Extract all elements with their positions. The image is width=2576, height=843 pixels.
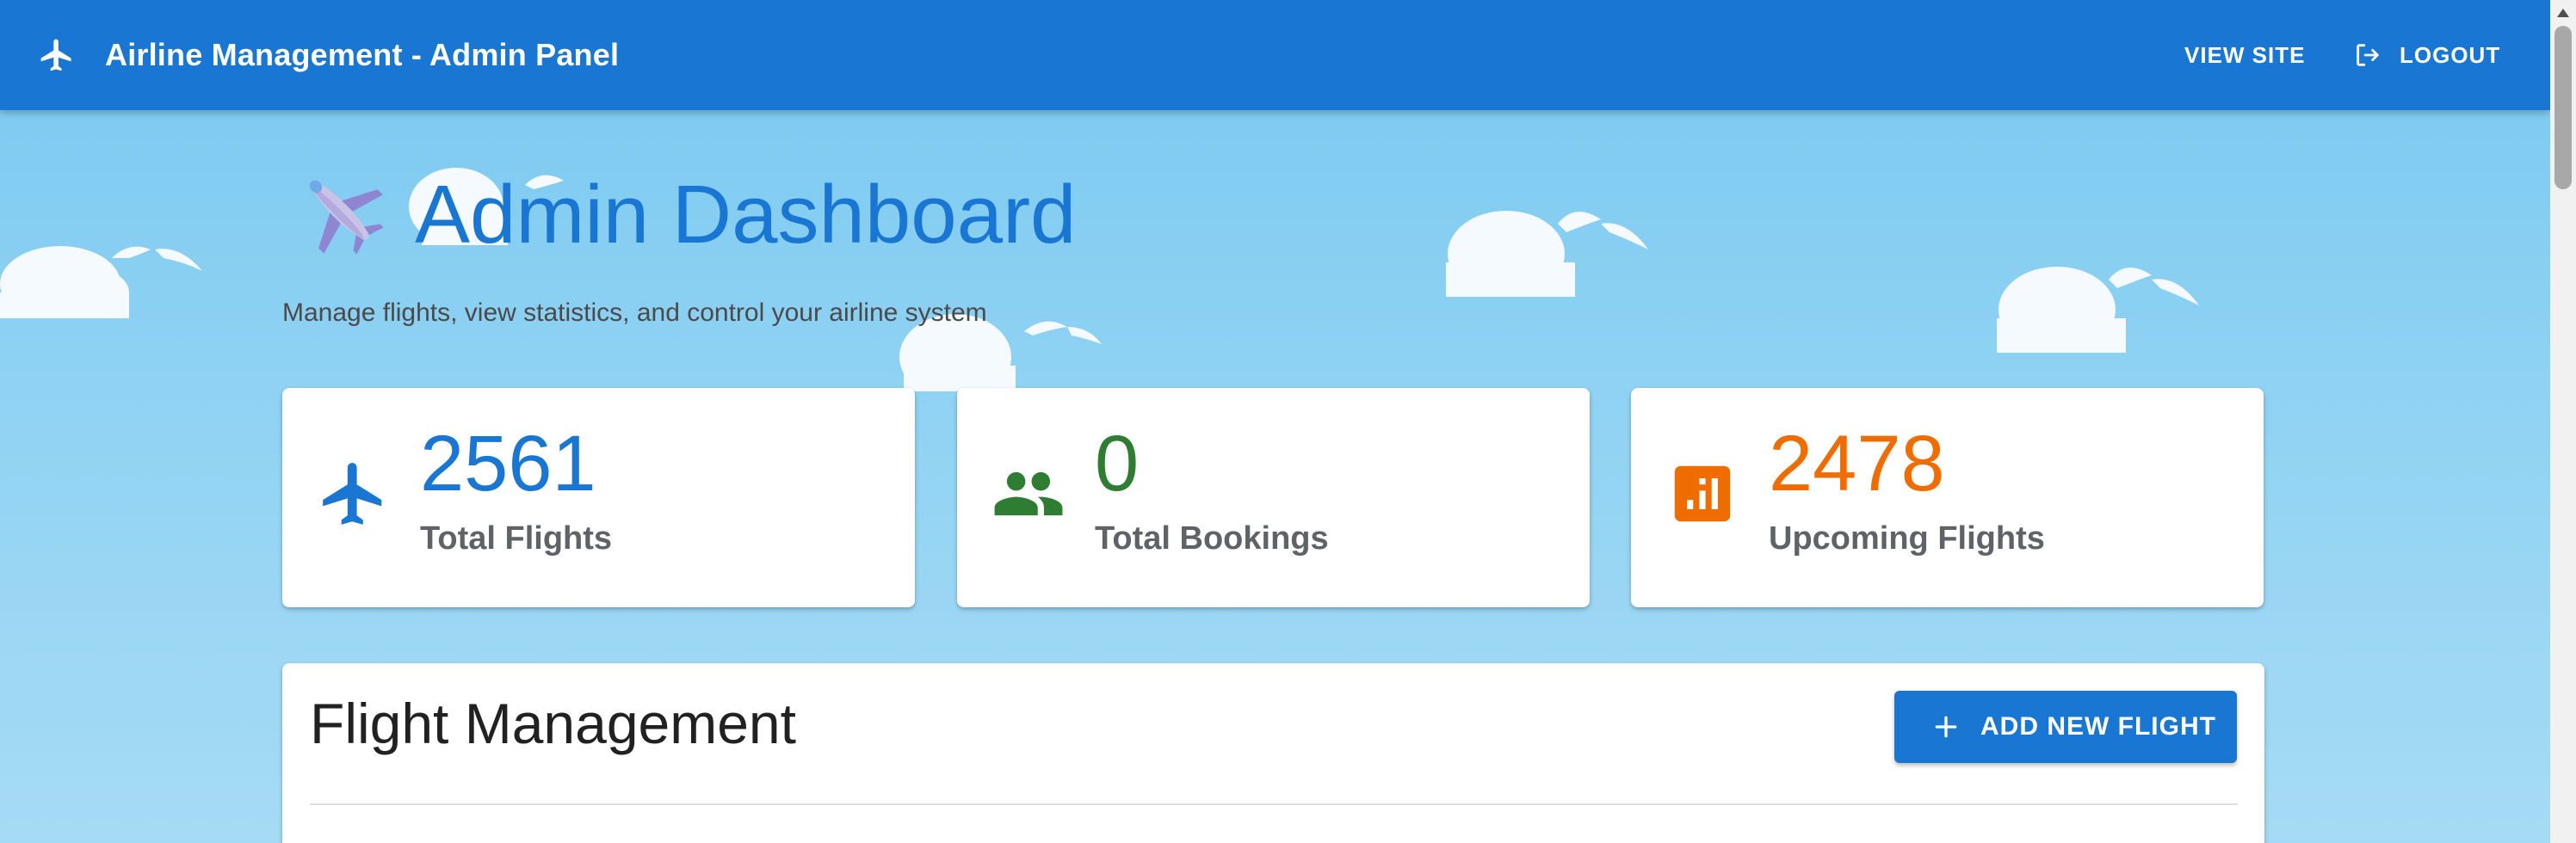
airplane-emoji-icon xyxy=(309,180,384,255)
add-new-flight-label: ADD NEW FLIGHT xyxy=(1980,712,2216,741)
cloud-decoration xyxy=(0,246,202,318)
stat-label: Total Bookings xyxy=(1095,520,1329,557)
logout-icon xyxy=(2357,44,2379,66)
stat-label: Total Flights xyxy=(420,520,613,557)
stat-value: 2561 xyxy=(420,420,596,508)
airplane-icon xyxy=(40,39,71,71)
bar-chart-icon xyxy=(1674,465,1731,522)
app-title: Airline Management - Admin Panel xyxy=(105,37,620,72)
flight-management-title: Flight Management xyxy=(310,692,796,755)
flight-management-panel: Flight Management ADD NEW FLIGHT xyxy=(282,663,2264,843)
stat-value: 2478 xyxy=(1769,420,1945,508)
stat-card-upcoming-flights: 2478 Upcoming Flights xyxy=(1631,388,2264,607)
vertical-scrollbar[interactable] xyxy=(2550,0,2576,843)
airplane-icon xyxy=(323,463,382,525)
app-bar: Airline Management - Admin Panel VIEW SI… xyxy=(0,0,2550,110)
stat-label: Upcoming Flights xyxy=(1769,520,2045,557)
page-subtitle: Manage flights, view statistics, and con… xyxy=(282,298,987,327)
panel-divider xyxy=(310,803,2238,805)
view-site-button[interactable]: VIEW SITE xyxy=(2184,38,2305,72)
page-title: Admin Dashboard xyxy=(415,169,1077,261)
people-icon xyxy=(994,471,1063,516)
add-new-flight-button[interactable]: ADD NEW FLIGHT xyxy=(1894,691,2237,763)
cloud-decoration xyxy=(1446,211,1648,297)
scroll-up-arrow-icon[interactable] xyxy=(2557,9,2569,17)
plus-icon xyxy=(1935,716,1957,738)
logout-label: LOGOUT xyxy=(2400,42,2501,68)
stat-value: 0 xyxy=(1095,420,1140,508)
stat-card-total-flights: 2561 Total Flights xyxy=(282,388,915,607)
cloud-decoration xyxy=(1997,267,2199,353)
scrollbar-thumb[interactable] xyxy=(2554,26,2572,189)
stat-card-total-bookings: 0 Total Bookings xyxy=(957,388,1590,607)
